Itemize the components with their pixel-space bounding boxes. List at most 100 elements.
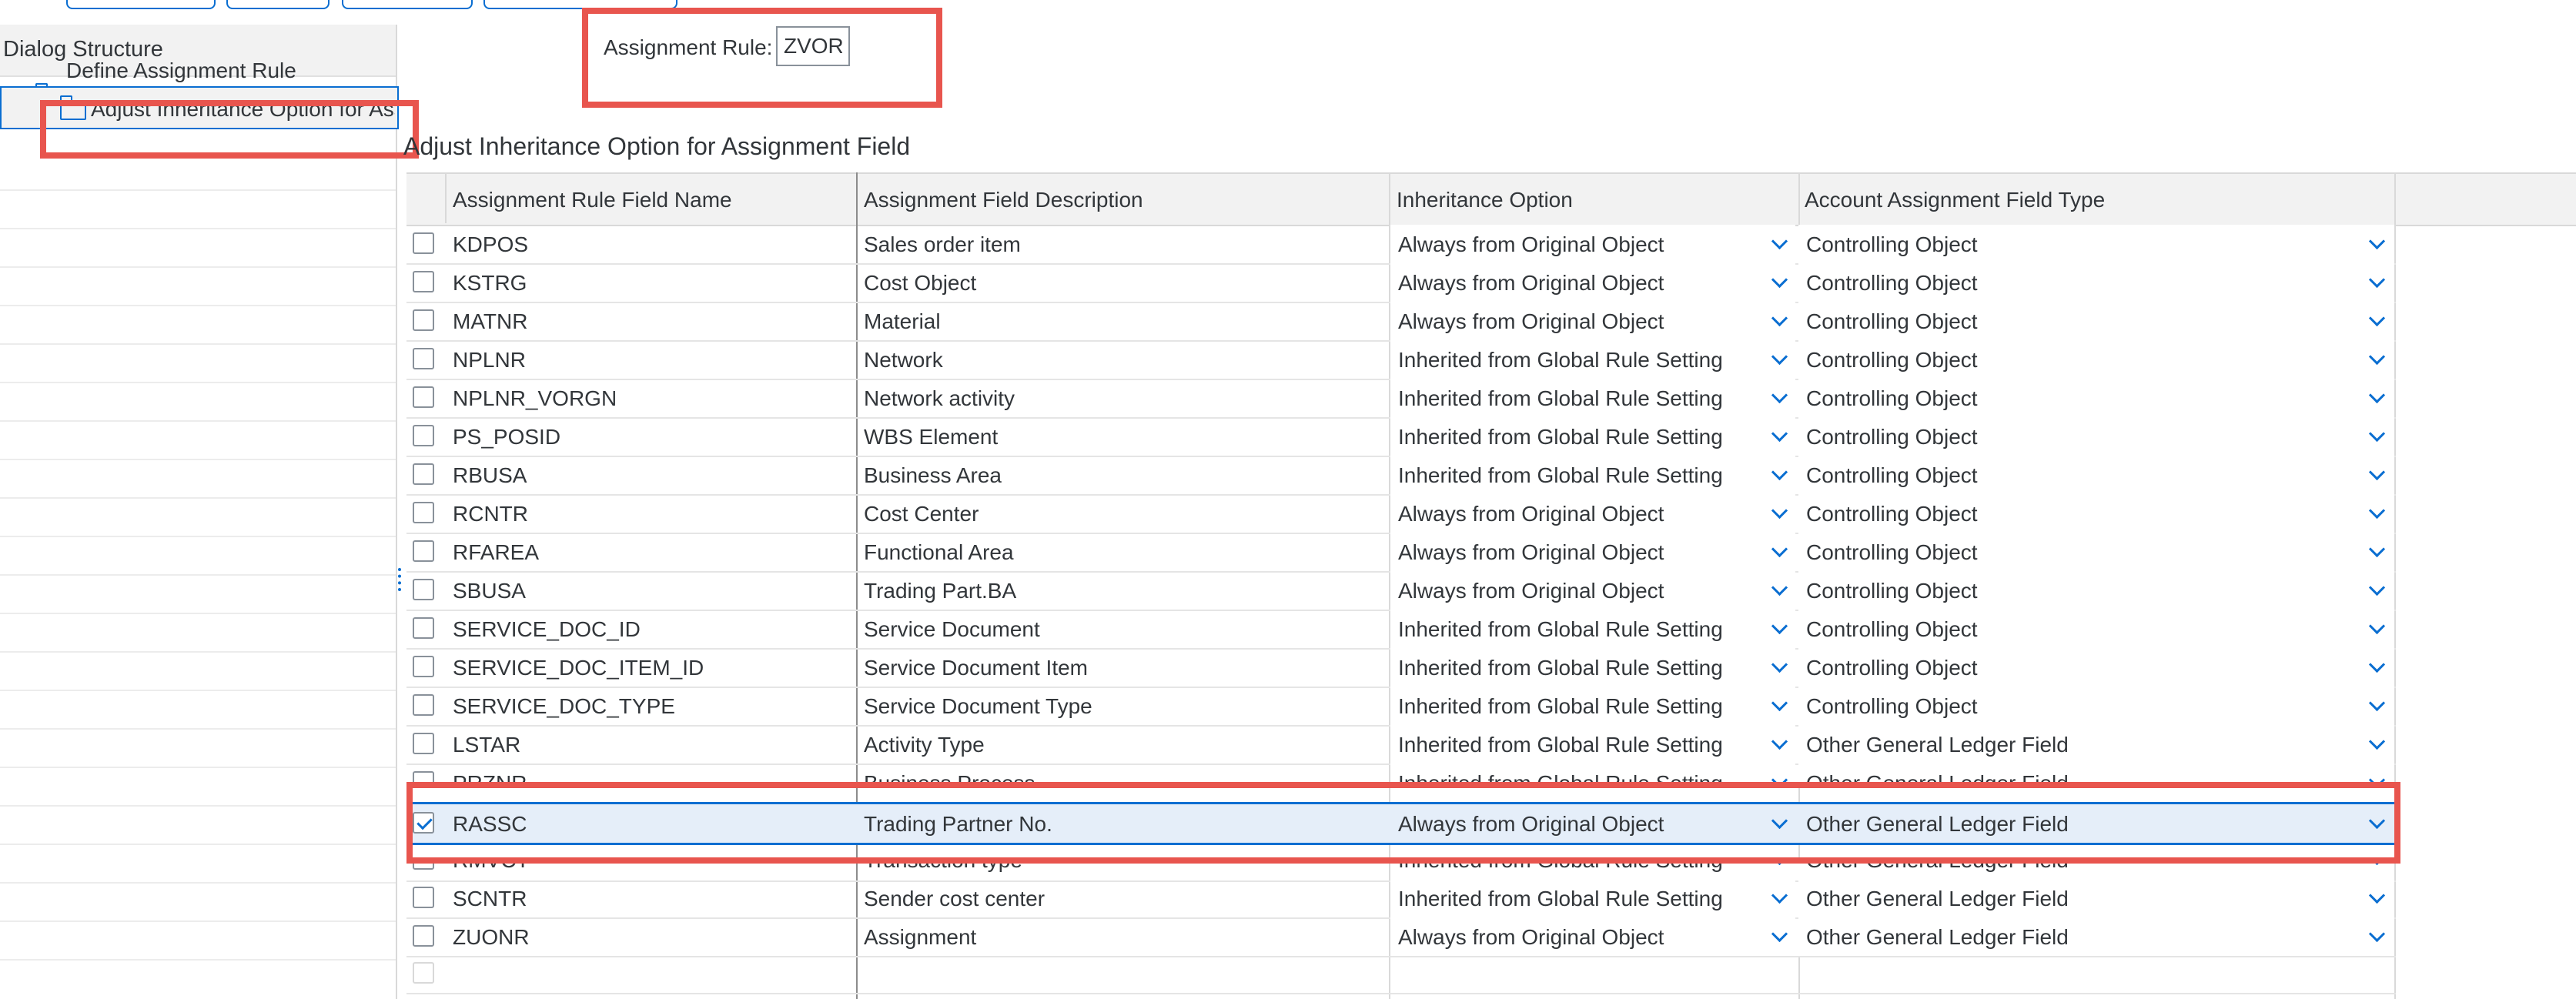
field-type-value[interactable]: Controlling Object — [1806, 656, 1978, 680]
tree-row-divider — [0, 805, 396, 807]
inheritance-option-value[interactable]: Inherited from Global Rule Setting — [1398, 771, 1723, 782]
field-type-value[interactable]: Controlling Object — [1806, 694, 1978, 719]
table-row[interactable]: SBUSA Trading Part.BA Always from Original… — [406, 571, 2396, 611]
field-type-value[interactable]: Controlling Object — [1806, 348, 1978, 373]
assignment-rule-label: Assignment Rule: — [604, 35, 773, 59]
row-checkbox[interactable] — [413, 771, 434, 782]
table-row[interactable]: NPLNR_VORGN Network activity Inherited fro… — [406, 379, 2396, 419]
table-row[interactable]: SERVICE_DOC_ITEM_ID Service Document Item… — [406, 648, 2396, 688]
row-checkbox[interactable] — [413, 502, 434, 523]
description-cell: WBS Element — [864, 425, 999, 449]
tree-row-divider — [0, 459, 396, 460]
row-checkbox[interactable] — [413, 656, 434, 677]
column-header-inheritance-option[interactable]: Inheritance Option — [1397, 188, 1573, 212]
tree-row-divider — [0, 690, 396, 691]
row-checkbox[interactable] — [413, 425, 434, 446]
table-row[interactable]: LSTAR Activity Type Inherited from Global … — [406, 725, 2396, 765]
field-type-value[interactable]: Other General Ledger Field — [1806, 887, 2069, 911]
table-row[interactable]: NPLNR Network Inherited from Global Rule S… — [406, 340, 2396, 380]
field-type-value[interactable]: Other General Ledger Field — [1806, 771, 2069, 782]
table-row[interactable]: SERVICE_DOC_TYPE Service Document Type Inh… — [406, 687, 2396, 727]
table-row[interactable]: ZUONR Assignment Always from Original Obje… — [406, 917, 2396, 957]
panel-splitter-handle[interactable] — [398, 568, 406, 591]
column-header-field-name[interactable]: Assignment Rule Field Name — [453, 188, 732, 212]
field-type-value[interactable]: Controlling Object — [1806, 463, 1978, 488]
inheritance-option-value[interactable]: Always from Original Object — [1398, 579, 1664, 603]
toolbar-button-3[interactable] — [342, 0, 473, 9]
table-row[interactable]: RASSC Trading Partner No. Always from Orig… — [406, 802, 2396, 845]
inheritance-option-value[interactable]: Always from Original Object — [1398, 925, 1664, 950]
tree-item-adjust-inheritance[interactable]: Adjust Inheritance Option for Ass — [91, 97, 395, 122]
row-checkbox[interactable] — [413, 309, 434, 331]
inheritance-option-value[interactable]: Inherited from Global Rule Setting — [1398, 463, 1723, 488]
toolbar-button-2[interactable] — [226, 0, 330, 9]
inheritance-option-value[interactable]: Always from Original Object — [1398, 271, 1664, 296]
row-checkbox[interactable] — [413, 271, 434, 292]
table-row[interactable]: PS_POSID WBS Element Inherited from Global… — [406, 417, 2396, 457]
row-checkbox[interactable] — [413, 860, 434, 870]
table-row[interactable]: MATNR Material Always from Original Object… — [406, 302, 2396, 342]
inheritance-option-value[interactable]: Inherited from Global Rule Setting — [1398, 733, 1723, 757]
table-row-empty — [406, 954, 2396, 994]
field-type-value[interactable]: Other General Ledger Field — [1806, 733, 2069, 757]
field-type-value[interactable]: Other General Ledger Field — [1806, 812, 2069, 837]
inheritance-option-value[interactable]: Inherited from Global Rule Setting — [1398, 348, 1723, 373]
toolbar-button-1[interactable] — [66, 0, 216, 9]
field-type-value[interactable]: Other General Ledger Field — [1806, 925, 2069, 950]
row-checkbox[interactable] — [413, 579, 434, 600]
field-type-value[interactable]: Controlling Object — [1806, 309, 1978, 334]
row-checkbox[interactable] — [413, 733, 434, 754]
field-type-value[interactable]: Controlling Object — [1806, 386, 1978, 411]
inheritance-option-value[interactable]: Inherited from Global Rule Setting — [1398, 656, 1723, 680]
table-row[interactable]: SERVICE_DOC_ID Service Document Inherited … — [406, 610, 2396, 650]
column-header-description[interactable]: Assignment Field Description — [864, 188, 1143, 212]
field-type-value[interactable]: Controlling Object — [1806, 579, 1978, 603]
row-checkbox[interactable] — [413, 463, 434, 485]
column-header-field-type[interactable]: Account Assignment Field Type — [1805, 188, 2105, 212]
field-type-value[interactable]: Controlling Object — [1806, 271, 1978, 296]
inheritance-option-value[interactable]: Inherited from Global Rule Setting — [1398, 617, 1723, 642]
table-row[interactable]: RFAREA Functional Area Always from Origina… — [406, 533, 2396, 573]
table-row[interactable]: KDPOS Sales order item Always from Origina… — [406, 225, 2396, 265]
field-type-value[interactable]: Controlling Object — [1806, 617, 1978, 642]
table-row[interactable]: RCNTR Cost Center Always from Original Obj… — [406, 494, 2396, 534]
table-row[interactable]: KSTRG Cost Object Always from Original Obj… — [406, 263, 2396, 303]
assignment-rule-input[interactable] — [776, 26, 850, 66]
inheritance-option-value[interactable]: Inherited from Global Rule Setting — [1398, 694, 1723, 719]
inheritance-option-value[interactable]: Always from Original Object — [1398, 812, 1664, 837]
field-type-value[interactable]: Other General Ledger Field — [1806, 860, 2069, 873]
row-checkbox[interactable] — [413, 348, 434, 369]
row-checkbox[interactable] — [413, 812, 434, 834]
row-checkbox[interactable] — [413, 232, 434, 254]
inheritance-option-value[interactable]: Inherited from Global Rule Setting — [1398, 860, 1723, 873]
field-type-value[interactable]: Controlling Object — [1806, 232, 1978, 257]
toolbar-button-4[interactable] — [483, 0, 677, 9]
inheritance-option-value[interactable]: Inherited from Global Rule Setting — [1398, 425, 1723, 449]
inheritance-option-value[interactable]: Always from Original Object — [1398, 540, 1664, 565]
field-type-value[interactable]: Controlling Object — [1806, 540, 1978, 565]
row-checkbox[interactable] — [413, 694, 434, 716]
inheritance-option-value[interactable]: Always from Original Object — [1398, 502, 1664, 526]
inheritance-option-value[interactable]: Always from Original Object — [1398, 232, 1664, 257]
field-name-cell: PS_POSID — [453, 425, 561, 449]
row-checkbox[interactable] — [413, 386, 434, 408]
field-type-value[interactable]: Controlling Object — [1806, 425, 1978, 449]
inheritance-option-value[interactable]: Inherited from Global Rule Setting — [1398, 386, 1723, 411]
row-checkbox[interactable] — [413, 925, 434, 947]
description-cell: Network — [864, 348, 943, 372]
field-name-cell: SERVICE_DOC_ITEM_ID — [453, 656, 704, 680]
row-checkbox[interactable] — [413, 887, 434, 908]
table-row[interactable]: SCNTR Sender cost center Inherited from Gl… — [406, 879, 2396, 919]
table-row[interactable]: RBUSA Business Area Inherited from Global … — [406, 456, 2396, 496]
tree-item-define-assignment-rule[interactable]: Define Assignment Rule — [66, 58, 296, 83]
inheritance-option-value[interactable]: Inherited from Global Rule Setting — [1398, 887, 1723, 911]
tree-row-divider — [0, 228, 396, 229]
row-checkbox[interactable] — [413, 540, 434, 562]
description-cell: Service Document Item — [864, 656, 1088, 680]
description-cell: Sender cost center — [864, 887, 1045, 910]
inheritance-option-value[interactable]: Always from Original Object — [1398, 309, 1664, 334]
description-cell: Business Process — [864, 771, 1035, 782]
table-row[interactable]: PRZNR Business Process Inherited from Glob… — [406, 763, 2396, 782]
row-checkbox[interactable] — [413, 617, 434, 639]
field-type-value[interactable]: Controlling Object — [1806, 502, 1978, 526]
